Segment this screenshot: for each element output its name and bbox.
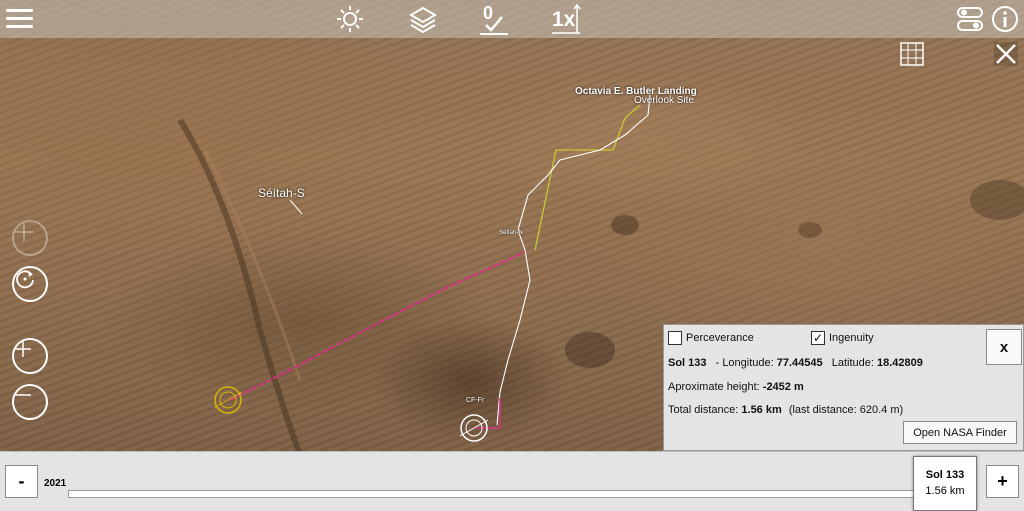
latitude-label: Latitude: [831,357,874,369]
menu-icon-bar [6,25,33,28]
perseverance-toggle[interactable]: Perceverance [668,331,754,345]
checkmark-counter-button[interactable]: 0 [478,3,512,35]
pan-control[interactable] [12,220,48,256]
info-icon [992,6,1018,32]
close-panel-button[interactable]: x [986,329,1022,365]
distance-label: Total distance: [668,404,739,416]
thumb-sol: Sol 133 [925,469,965,481]
open-nasa-finder-button[interactable]: Open NASA Finder [903,421,1017,444]
timeline-slider-track[interactable] [68,490,923,498]
menu-button[interactable] [4,3,34,35]
zoom-out-button[interactable] [12,384,48,420]
menu-icon [6,9,33,12]
perseverance-checkbox[interactable] [668,331,682,345]
zoom-in-button[interactable] [12,338,48,374]
ingenuity-toggle[interactable]: ✓ Ingenuity [811,331,874,345]
move-icon [15,223,33,241]
ingenuity-label: Ingenuity [829,332,874,344]
minus-icon [15,394,31,396]
toggle-icon [957,7,983,31]
info-panel: Perceverance ✓ Ingenuity x Sol 133 - Lon… [663,324,1024,451]
crosshair-x-icon[interactable] [994,42,1018,66]
timeline-minus-button[interactable]: - [5,465,38,498]
distance-value: 1.56 km [741,404,782,416]
top-toolbar: 0 1x [0,0,1024,38]
map-label-overlook: Overlook Site [634,95,695,106]
perseverance-path [496,94,651,426]
speed-icon [552,3,581,34]
timeline-slider-thumb[interactable]: Sol 133 1.56 km [913,456,977,511]
brightness-icon [337,6,363,32]
ingenuity-path [229,251,526,401]
ingenuity-checkbox[interactable]: ✓ [811,331,825,345]
map-label-seitah-n: Séítah-N [499,230,523,236]
height-row: Aproximate height: -2452 m [668,381,804,393]
timeline-plus-button[interactable]: + [986,465,1019,498]
brightness-button[interactable] [334,3,366,35]
timeline-bar: - 2021 1 Sol 133 1.56 km + [0,451,1024,511]
ingenuity-marker-icon[interactable] [213,386,243,414]
rotate-button[interactable] [12,266,48,302]
distance-row: Total distance: 1.56 km (last distance: … [668,404,903,416]
grid-toggle-icon[interactable] [900,42,924,66]
thumb-distance: 1.56 km [925,485,965,497]
settings-toggle-button[interactable] [955,3,985,35]
map-label-seitah-s: Séítah-S [258,186,305,200]
checkmark-counter-icon [480,16,508,35]
height-value: -2452 m [762,381,804,393]
timeline-start-year: 2021 [44,478,67,489]
layers-button[interactable] [407,3,439,35]
map-label-cf-fr: CF-Fr [466,397,485,404]
speed-button[interactable]: 1x [550,3,584,35]
latitude-value: 18.42809 [876,357,923,369]
sol-value: Sol 133 [668,357,707,369]
perseverance-label: Perceverance [686,332,754,344]
last-distance: (last distance: 620.4 m) [788,404,904,416]
info-button[interactable] [990,3,1020,35]
height-label: Aproximate height: [668,381,760,393]
check-icon: ✓ [812,331,824,345]
longitude-label: - Longitude: [715,357,774,369]
location-row: Sol 133 - Longitude: 77.44545 Latitude: … [668,357,923,369]
layers-icon [409,6,437,33]
longitude-value: 77.44545 [776,357,823,369]
plus-icon [15,341,31,357]
rotate-icon [16,270,34,289]
menu-icon-bar [6,17,33,20]
